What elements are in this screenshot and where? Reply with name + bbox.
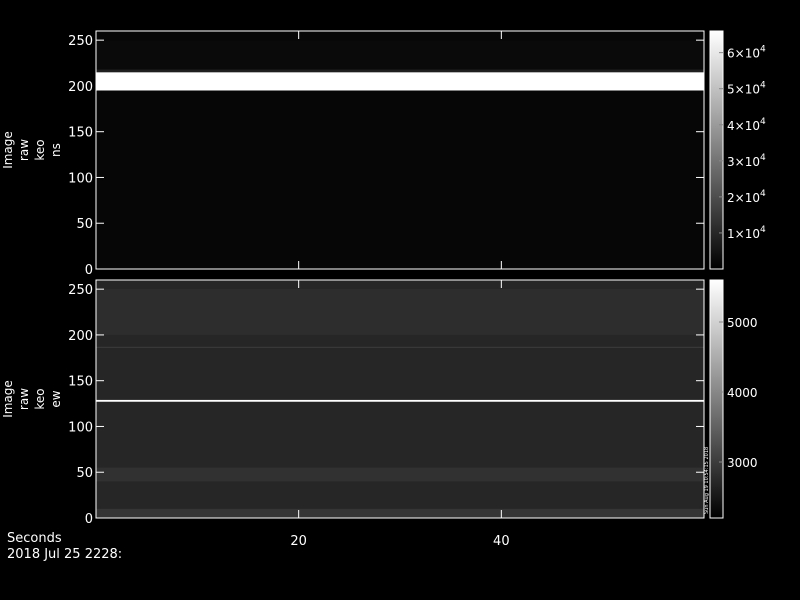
panel-2: 0 50 100 150 200 250 20 40 Image raw keo ew 3000 4000… bbox=[1, 279, 758, 549]
y-axis-label-word: Image bbox=[1, 131, 15, 169]
y-tick-label: 250 bbox=[68, 283, 93, 298]
y-axis-label-word: Image bbox=[1, 380, 15, 418]
y-tick-label: 50 bbox=[76, 217, 93, 232]
colorbar-label-exponent: 4 bbox=[760, 153, 766, 163]
colorbar-tick-label: 5×104 bbox=[727, 81, 766, 97]
timestamp-stamp: Sun Aug 19 10:54:15 2018 bbox=[704, 447, 710, 514]
y-tick-label: 150 bbox=[68, 375, 93, 390]
colorbar-label-mantissa: 1×10 bbox=[727, 227, 760, 241]
heatmap-band-4 bbox=[96, 346, 704, 348]
y-axis-label-word: raw bbox=[17, 388, 31, 410]
heatmap-band-3 bbox=[96, 40, 704, 70]
colorbar-tick-label: 3000 bbox=[727, 456, 758, 470]
panels: 050100150200250Image raw keo ns1×1042×1043×… bbox=[1, 30, 766, 549]
heatmap-band-2 bbox=[96, 467, 704, 482]
heatmap-band-5 bbox=[96, 289, 704, 335]
colorbar-label-exponent: 4 bbox=[760, 117, 766, 127]
heatmap-band-2 bbox=[96, 69, 704, 73]
y-tick-label: 100 bbox=[68, 420, 93, 435]
colorbar-tick-label: 6×104 bbox=[727, 45, 766, 61]
x-axis-title: Seconds bbox=[7, 531, 62, 546]
colorbar-label-mantissa: 4000 bbox=[727, 386, 758, 400]
y-axis-label-word: ns bbox=[49, 143, 63, 157]
y-axis-label-word: raw bbox=[17, 139, 31, 161]
colorbar-label-mantissa: 5000 bbox=[727, 316, 758, 330]
y-tick-label: 50 bbox=[76, 466, 93, 481]
colorbar-label-exponent: 4 bbox=[760, 225, 766, 235]
date-label: 2018 Jul 25 2228: bbox=[7, 547, 122, 562]
x-tick-label: 40 bbox=[493, 534, 510, 549]
colorbar-tick-label: 4×104 bbox=[727, 117, 766, 133]
colorbar-label-mantissa: 4×10 bbox=[727, 119, 760, 133]
keogram-figure: 050100150200250Image raw keo ns1×1042×1043×… bbox=[1, 30, 766, 562]
y-axis-label-word: keo bbox=[33, 139, 47, 160]
colorbar-label-mantissa: 3000 bbox=[727, 456, 758, 470]
x-tick-label: 20 bbox=[290, 534, 307, 549]
colorbar-label-mantissa: 2×10 bbox=[727, 191, 760, 205]
colorbar-tick-label: 5000 bbox=[727, 316, 758, 330]
colorbar-label-mantissa: 3×10 bbox=[727, 155, 760, 169]
colorbar-gradient bbox=[710, 280, 723, 518]
colorbar-label-mantissa: 5×10 bbox=[727, 83, 760, 97]
heatmap-band-3 bbox=[96, 399, 704, 402]
colorbar-label-exponent: 4 bbox=[760, 45, 766, 55]
y-tick-label: 0 bbox=[85, 512, 93, 527]
y-tick-label: 250 bbox=[68, 34, 93, 49]
colorbar-tick-label: 2×104 bbox=[727, 189, 766, 205]
colorbar-label-mantissa: 6×10 bbox=[727, 47, 760, 61]
y-tick-label: 200 bbox=[68, 329, 93, 344]
colorbar-label-exponent: 4 bbox=[760, 81, 766, 91]
heatmap-band-1 bbox=[96, 72, 704, 91]
panel-1: 050100150200250Image raw keo ns1×1042×1043×… bbox=[1, 30, 766, 278]
y-tick-label: 100 bbox=[68, 171, 93, 186]
colorbar-tick-label: 1×104 bbox=[727, 225, 766, 241]
y-tick-label: 200 bbox=[68, 80, 93, 95]
heatmap-band-1 bbox=[96, 508, 704, 518]
colorbar-label-exponent: 4 bbox=[760, 189, 766, 199]
y-axis-label-word: keo bbox=[33, 388, 47, 409]
colorbar-tick-label: 3×104 bbox=[727, 153, 766, 169]
y-tick-label: 150 bbox=[68, 126, 93, 141]
colorbar-tick-label: 4000 bbox=[727, 386, 758, 400]
y-axis-label-word: ew bbox=[49, 390, 63, 407]
y-tick-label: 0 bbox=[85, 263, 93, 278]
